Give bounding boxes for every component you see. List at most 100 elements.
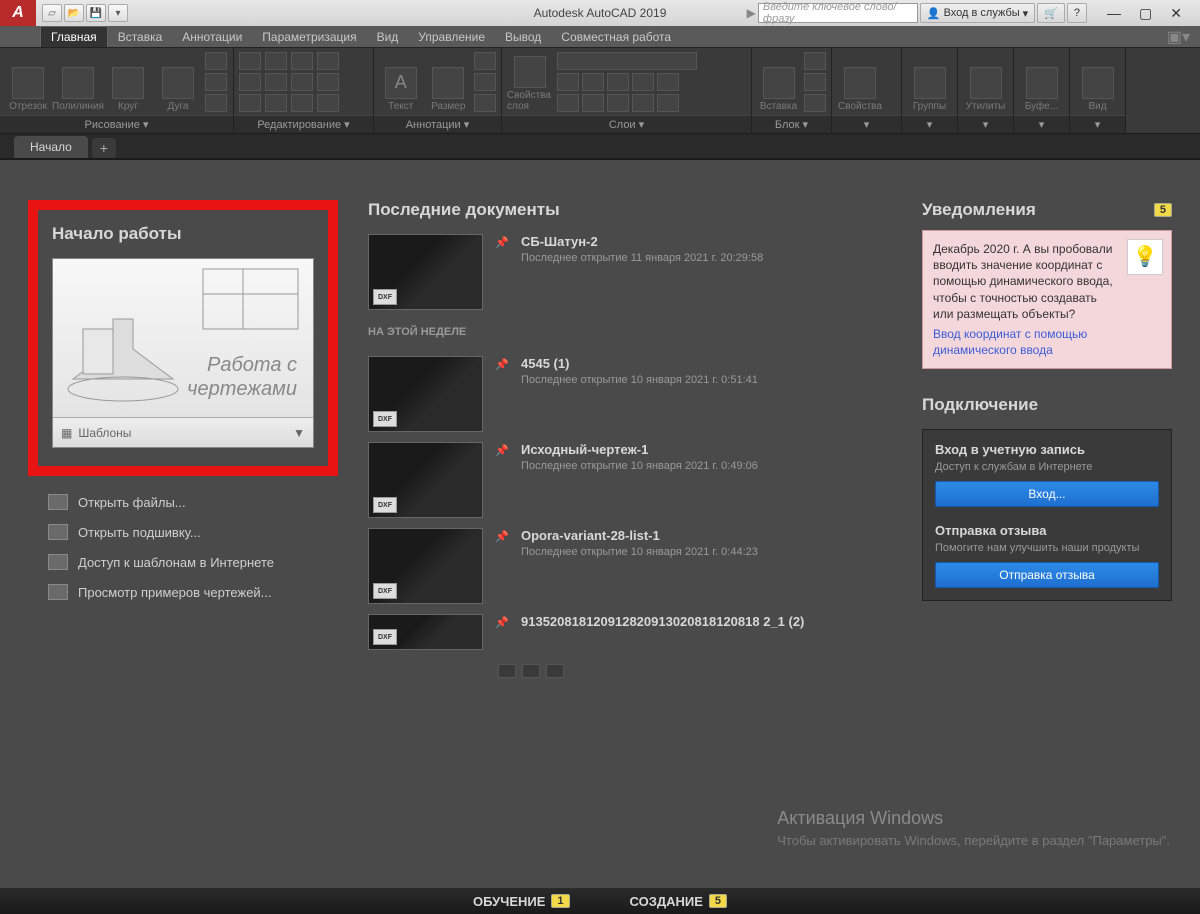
qat-new-icon[interactable]: ▱ [42,4,62,22]
menu-insert[interactable]: Вставка [108,26,173,47]
tool-small[interactable] [205,73,227,91]
tool-small[interactable] [265,52,287,70]
tool-small[interactable] [804,73,826,91]
tool-utilities[interactable]: Утилиты [963,52,1008,112]
tool-small[interactable] [582,94,604,112]
tool-small[interactable] [205,52,227,70]
tool-small[interactable] [657,73,679,91]
tool-small[interactable] [317,52,339,70]
tool-dimension[interactable]: Размер [427,52,471,112]
tool-small[interactable] [265,73,287,91]
panel-label-layers[interactable]: Слои ▾ [502,115,751,133]
tool-small[interactable] [657,94,679,112]
tool-small[interactable] [474,94,496,112]
tool-small[interactable] [317,73,339,91]
tool-small[interactable] [557,73,579,91]
start-drawing-card[interactable]: Работа счертежами ▦Шаблоны ▼ [52,258,314,448]
qat-open-icon[interactable]: 📂 [64,4,84,22]
tool-small[interactable] [804,94,826,112]
minimize-button[interactable]: — [1107,5,1121,22]
menu-collab[interactable]: Совместная работа [551,26,681,47]
exchange-icon[interactable]: 🛒 [1037,3,1065,23]
layer-combo[interactable] [557,52,697,70]
tool-small[interactable] [291,52,313,70]
panel-label[interactable]: ▾ [958,115,1013,133]
tool-small[interactable] [557,94,579,112]
tab-start[interactable]: Начало [14,136,88,158]
tool-groups[interactable]: Группы [907,52,952,112]
maximize-button[interactable]: ▢ [1139,5,1152,22]
signin-button[interactable]: Вход... [935,481,1159,507]
link-sample-drawings[interactable]: Просмотр примеров чертежей... [48,584,338,600]
tool-clipboard[interactable]: Буфе... [1019,52,1064,112]
tool-line[interactable]: Отрезок [5,52,51,112]
notification-link[interactable]: Ввод координат с помощью динамического в… [933,326,1161,358]
tool-small[interactable] [474,52,496,70]
menu-collapse-icon[interactable]: ▣▾ [1157,26,1200,47]
menu-parametrize[interactable]: Параметризация [252,26,366,47]
panel-label[interactable]: ▾ [902,115,957,133]
panel-label-annotation[interactable]: Аннотации ▾ [374,115,501,133]
link-open-sheetset[interactable]: Открыть подшивку... [48,524,338,540]
tool-text[interactable]: AТекст [379,52,423,112]
recent-item[interactable]: 📌 Opora-variant-28-list-1Последнее откры… [368,528,892,604]
panel-label-edit[interactable]: Редактирование ▾ [234,115,373,133]
view-list-icon[interactable] [498,664,516,678]
tool-circle[interactable]: Круг [105,52,151,112]
tool-small[interactable] [291,73,313,91]
tool-small[interactable] [239,52,261,70]
panel-label[interactable]: ▾ [1014,115,1069,133]
tool-small[interactable] [632,73,654,91]
menu-view[interactable]: Вид [367,26,409,47]
tool-layer-props[interactable]: Свойства слоя [507,52,553,112]
help-icon[interactable]: ? [1067,3,1087,23]
tool-insert-block[interactable]: Вставка [757,52,800,112]
pin-icon[interactable]: 📌 [495,356,509,432]
qat-save-icon[interactable]: 💾 [86,4,106,22]
tool-small[interactable] [291,94,313,112]
close-button[interactable]: ✕ [1170,5,1182,22]
tab-create[interactable]: СОЗДАНИЕ5 [630,894,728,909]
tab-learn[interactable]: ОБУЧЕНИЕ1 [473,894,570,909]
panel-label-block[interactable]: Блок ▾ [752,115,831,133]
tool-small[interactable] [317,94,339,112]
link-online-templates[interactable]: Доступ к шаблонам в Интернете [48,554,338,570]
qat-more-icon[interactable]: ▾ [108,4,128,22]
tool-properties[interactable]: Свойства [837,52,883,112]
tool-polyline[interactable]: Полилиния [55,52,101,112]
panel-label[interactable]: ▾ [832,115,901,133]
menu-output[interactable]: Вывод [495,26,551,47]
tool-small[interactable] [205,94,227,112]
search-input[interactable]: Введите ключевое слово/фразу [758,3,918,23]
recent-item[interactable]: 📌 4545 (1)Последнее открытие 10 января 2… [368,356,892,432]
panel-label[interactable]: ▾ [1070,115,1125,133]
recent-item[interactable]: 📌 СБ-Шатун-2Последнее открытие 11 января… [368,234,892,310]
menu-main[interactable]: Главная [40,26,108,47]
view-grid-icon[interactable] [522,664,540,678]
tool-small[interactable] [239,73,261,91]
menu-annotations[interactable]: Аннотации [172,26,252,47]
recent-item[interactable]: 📌 913520818120912820913020818120818 2_1 … [368,614,892,654]
new-tab-button[interactable]: + [92,138,116,158]
tool-small[interactable] [607,94,629,112]
pin-icon[interactable]: 📌 [495,234,509,310]
login-button[interactable]: 👤Вход в службы▾ [920,3,1035,23]
pin-icon[interactable]: 📌 [495,614,509,654]
tool-view[interactable]: Вид [1075,52,1120,112]
tool-small[interactable] [804,52,826,70]
templates-dropdown[interactable]: ▦Шаблоны ▼ [53,417,313,447]
tool-small[interactable] [582,73,604,91]
recent-item[interactable]: 📌 Исходный-чертеж-1Последнее открытие 10… [368,442,892,518]
feedback-button[interactable]: Отправка отзыва [935,562,1159,588]
tool-small[interactable] [265,94,287,112]
view-thumb-icon[interactable] [546,664,564,678]
tool-small[interactable] [632,94,654,112]
menu-manage[interactable]: Управление [408,26,495,47]
tool-small[interactable] [239,94,261,112]
tool-arc[interactable]: Дуга [155,52,201,112]
tool-small[interactable] [474,73,496,91]
pin-icon[interactable]: 📌 [495,442,509,518]
notification-card[interactable]: 💡 Декабрь 2020 г. А вы пробовали вводить… [922,230,1172,369]
app-logo-icon[interactable]: A [0,0,36,26]
pin-icon[interactable]: 📌 [495,528,509,604]
